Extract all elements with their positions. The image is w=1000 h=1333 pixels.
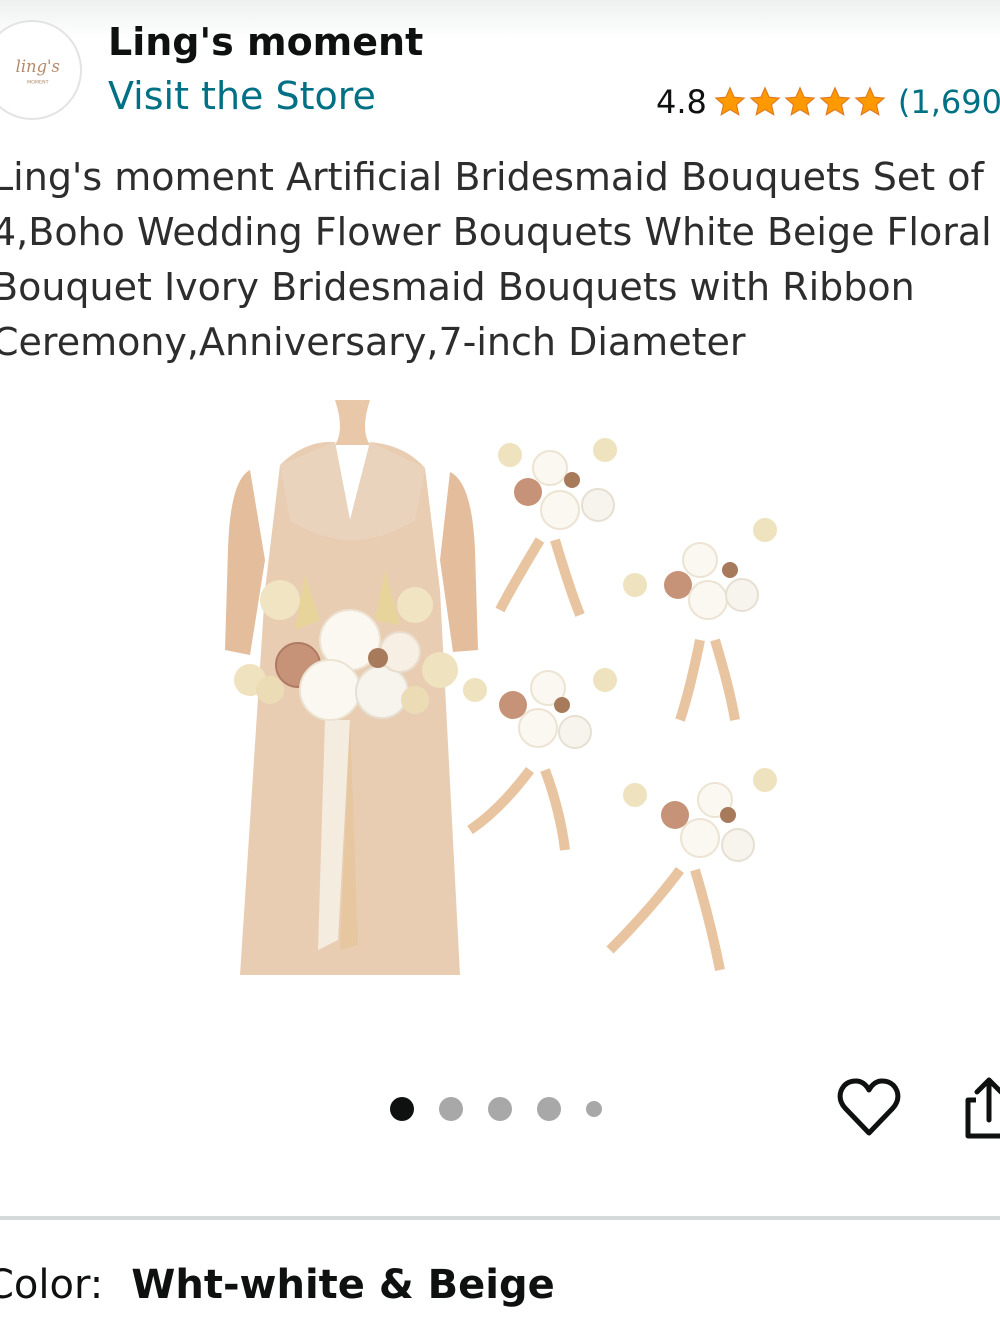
color-value: Wht-white & Beige [131,1262,555,1308]
star-rating [713,85,888,119]
rating-summary[interactable]: 4.8 (1,690 [656,80,1000,124]
product-title-line: Ceremony,Anniversary,7-inch Diameter [0,320,746,364]
visit-store-link[interactable]: Visit the Store [108,74,376,118]
heart-outline-icon [837,1078,901,1136]
logo-subtext: MOMENT [27,79,49,85]
carousel-dot[interactable] [537,1097,561,1121]
color-label: Color: [0,1262,104,1308]
small-bouquet [463,668,617,851]
star-icon [854,86,886,116]
small-bouquet [495,438,617,617]
share-button[interactable] [962,1072,1000,1142]
star-icon [784,86,816,116]
star-icon [714,86,746,116]
carousel-dot-active[interactable] [390,1097,414,1121]
product-title-line: 4,Boho Wedding Flower Bouquets White Bei… [0,210,992,254]
product-title: Ling's moment Artificial Bridesmaid Bouq… [0,150,1000,370]
review-count-link[interactable]: (1,690 [898,83,1000,121]
logo-script-text: ling's [16,57,60,76]
carousel-dot[interactable] [439,1097,463,1121]
carousel-dot[interactable] [586,1101,602,1117]
section-divider [0,1216,1000,1220]
product-title-line: Bouquet Ivory Bridesmaid Bouquets with R… [0,265,915,309]
favorite-button[interactable] [836,1075,902,1141]
brand-name: Ling's moment [108,20,424,64]
small-bouquet [623,518,777,722]
star-icon [749,86,781,116]
bouquet-photo [225,400,777,975]
color-variation: Color: Wht-white & Beige [0,1262,555,1308]
rating-value: 4.8 [656,83,707,121]
store-logo-image: ling's MOMENT [16,57,60,86]
product-title-line: Ling's moment Artificial Bridesmaid Bouq… [0,155,984,199]
carousel-indicator [390,1095,627,1123]
share-icon [965,1077,1000,1139]
star-icon [819,86,851,116]
product-image[interactable] [210,390,790,980]
carousel-dot[interactable] [488,1097,512,1121]
small-bouquet [606,768,777,971]
